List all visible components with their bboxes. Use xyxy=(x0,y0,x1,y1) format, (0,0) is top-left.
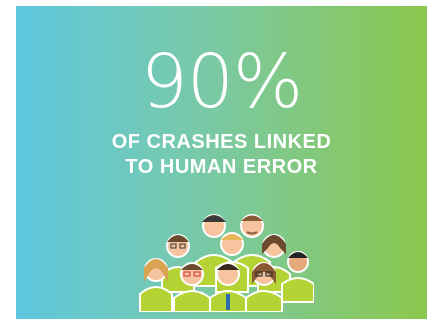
statistic-caption: OF CRASHES LINKED TO HUMAN ERROR xyxy=(16,130,427,180)
infographic-card: 90% OF CRASHES LINKED TO HUMAN ERROR xyxy=(16,6,427,319)
group-of-people-icon xyxy=(139,214,314,312)
caption-line-2: TO HUMAN ERROR xyxy=(125,156,318,178)
statistic-percentage: 90% xyxy=(140,39,303,125)
caption-line-1: OF CRASHES LINKED xyxy=(111,131,332,153)
